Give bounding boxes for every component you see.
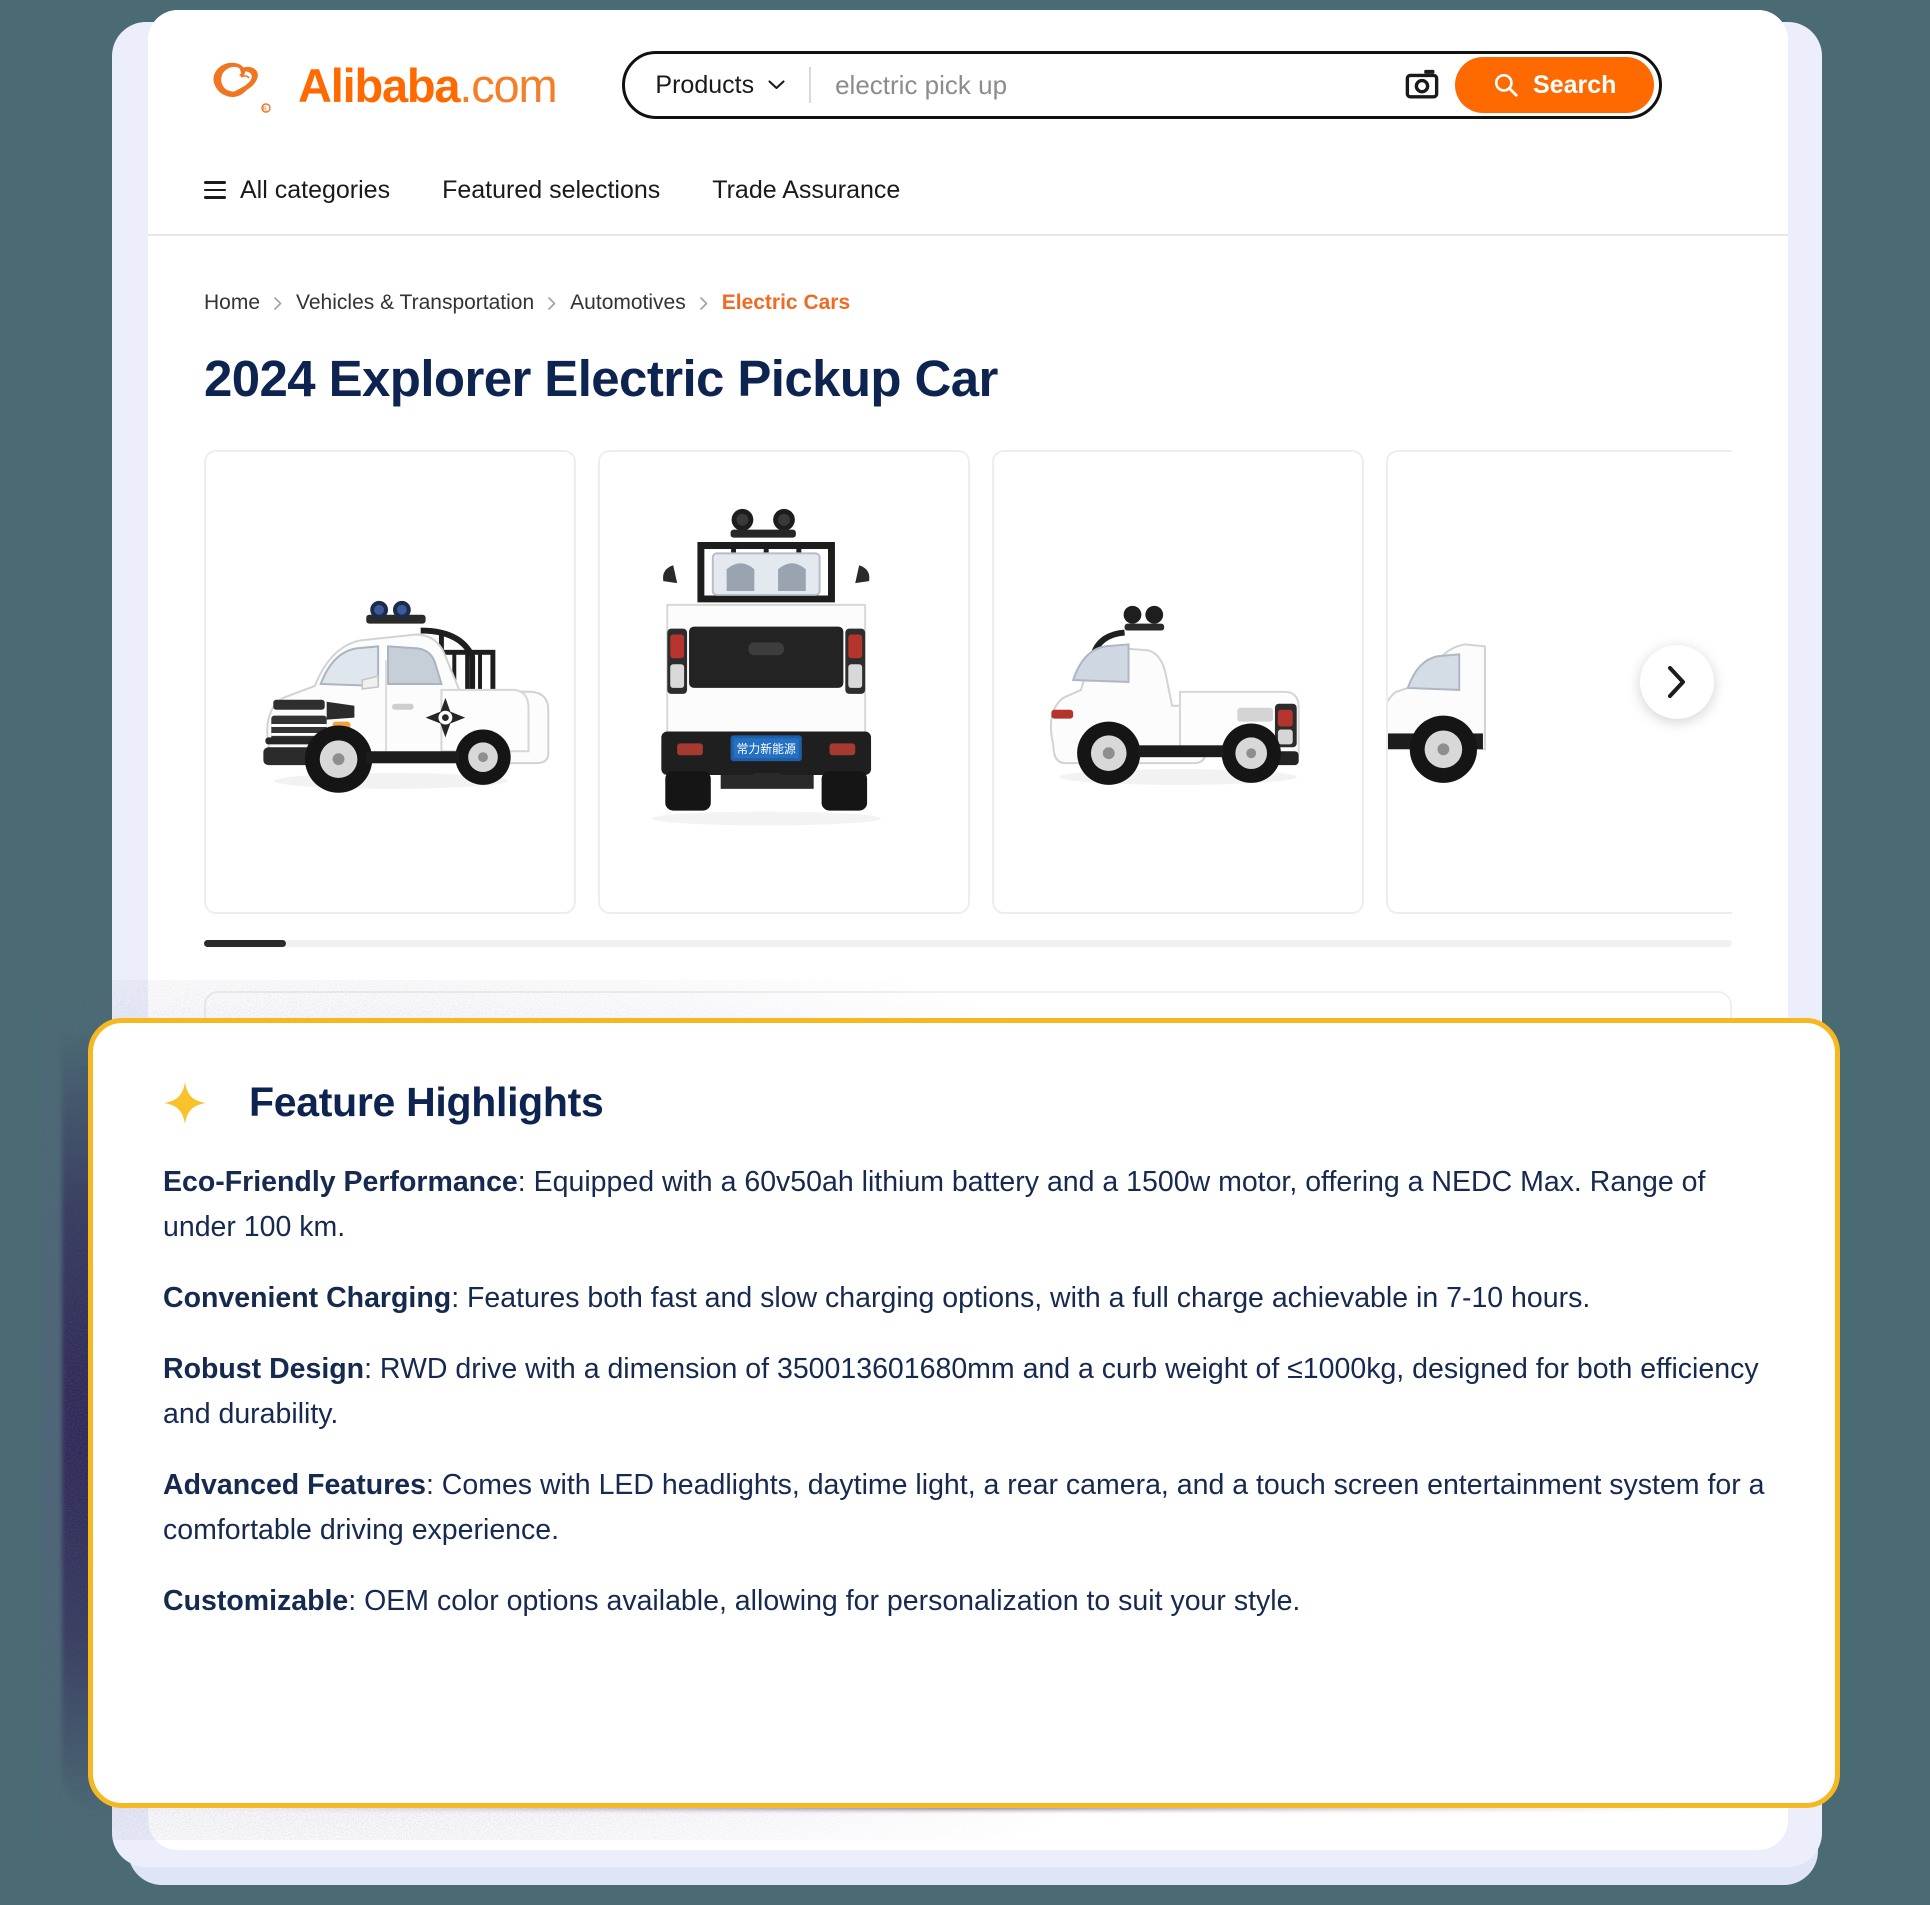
alibaba-logo-text: Alibaba.com <box>298 58 558 112</box>
search-button[interactable]: Search <box>1455 57 1655 113</box>
site-header: R Alibaba.com Products electric pick up … <box>148 10 1788 236</box>
feature-term: Advanced Features <box>163 1469 426 1502</box>
nav-item-all-categories-label: All categories <box>240 175 391 204</box>
search-button-label: Search <box>1533 70 1617 99</box>
camera-icon-glyph <box>1405 69 1439 99</box>
feature-term: Eco-Friendly Performance <box>163 1166 518 1198</box>
svg-text:常力新能源: 常力新能源 <box>737 742 796 756</box>
nav-item-featured-selections[interactable]: Featured selections <box>442 176 660 205</box>
feature-item-eco-friendly-performance: Eco-Friendly Performance: Equipped with … <box>163 1160 1765 1250</box>
search-bar[interactable]: Products electric pick up Search <box>622 51 1663 119</box>
search-icon <box>1494 73 1518 97</box>
chevron-right-icon <box>548 296 556 310</box>
product-gallery-track[interactable]: 常力新能源 <box>204 450 1732 914</box>
feature-body: : RWD drive with a dimension of 35001360… <box>163 1353 1759 1431</box>
feature-highlights-header: Feature Highlights <box>163 1079 1765 1126</box>
gallery-image-3[interactable] <box>992 450 1364 914</box>
feature-term: Convenient Charging <box>163 1282 452 1315</box>
chevron-down-icon <box>768 80 785 90</box>
logo-dotcom: .com <box>459 58 557 112</box>
breadcrumb-item-automotives[interactable]: Automotives <box>570 291 686 315</box>
feature-body: : OEM color options available, allowing … <box>348 1585 1301 1618</box>
gallery-image-2[interactable]: 常力新能源 <box>598 450 970 914</box>
product-gallery: 常力新能源 <box>204 450 1732 947</box>
feature-item-robust-design: Robust Design: RWD drive with a dimensio… <box>163 1347 1765 1437</box>
svg-text:R: R <box>263 107 268 113</box>
nav-item-trade-assurance-label: Trade Assurance <box>712 175 901 204</box>
search-category-label: Products <box>655 70 755 99</box>
header-nav: All categories Featured selections Trade… <box>148 160 1788 236</box>
nav-item-featured-selections-label: Featured selections <box>442 175 661 204</box>
feature-term: Customizable <box>163 1585 349 1618</box>
breadcrumb-item-vehicles[interactable]: Vehicles & Transportation <box>296 291 534 315</box>
feature-term: Robust Design <box>163 1353 365 1386</box>
chevron-right-icon <box>1668 666 1685 698</box>
logo-word: Alibaba <box>298 58 461 112</box>
pickup-rear-quarter-image <box>994 452 1362 912</box>
page-title: 2024 Explorer Electric Pickup Car <box>204 350 998 407</box>
search-input[interactable] <box>811 69 1400 101</box>
pickup-front-quarter-image <box>206 452 574 912</box>
search-category-dropdown[interactable]: Products <box>655 71 809 100</box>
gallery-image-1[interactable] <box>204 450 576 914</box>
feature-body: : Features both fast and slow charging o… <box>451 1282 1591 1315</box>
pickup-rear-image: 常力新能源 <box>600 452 968 912</box>
header-top-row: R Alibaba.com Products electric pick up … <box>204 10 1732 160</box>
gallery-scrollbar-track[interactable] <box>204 940 1732 947</box>
breadcrumb-item-home[interactable]: Home <box>204 291 260 315</box>
feature-item-convenient-charging: Convenient Charging: Features both fast … <box>163 1276 1765 1321</box>
camera-icon[interactable] <box>1399 62 1445 108</box>
alibaba-logo-mark: R <box>213 62 271 113</box>
chevron-right-icon <box>699 296 708 310</box>
gallery-next-button[interactable] <box>1640 645 1714 719</box>
alibaba-logo[interactable]: R Alibaba.com <box>204 53 558 117</box>
feature-highlights-card: Feature Highlights Eco-Friendly Performa… <box>88 1018 1840 1808</box>
gallery-scrollbar-thumb[interactable] <box>204 940 286 947</box>
hamburger-menu-icon <box>204 176 226 204</box>
breadcrumb-item-electric-cars: Electric Cars <box>721 291 851 314</box>
sparkle-icon <box>164 1081 206 1124</box>
feature-highlights-list: Eco-Friendly Performance: Equipped with … <box>163 1160 1765 1624</box>
nav-item-all-categories[interactable]: All categories <box>204 176 390 205</box>
chevron-right-icon <box>274 296 282 310</box>
nav-item-trade-assurance[interactable]: Trade Assurance <box>712 176 900 205</box>
feature-item-customizable: Customizable: OEM color options availabl… <box>163 1579 1765 1624</box>
breadcrumb: Home Vehicles & Transportation Automotiv… <box>204 236 1732 315</box>
feature-item-advanced-features: Advanced Features: Comes with LED headli… <box>163 1463 1765 1553</box>
feature-highlights-title: Feature Highlights <box>249 1079 604 1125</box>
